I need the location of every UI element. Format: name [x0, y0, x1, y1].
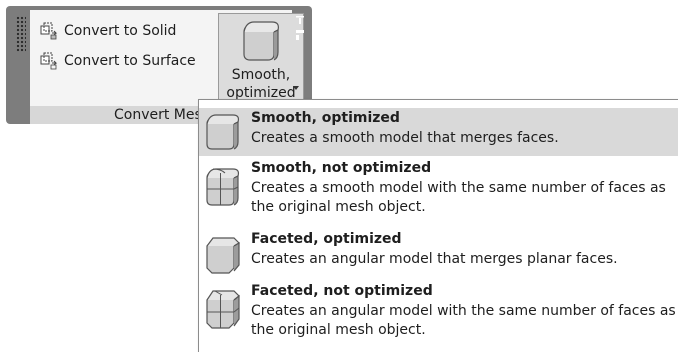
menu-item-title: Faceted, not optimized	[251, 283, 433, 299]
panel-title-bar[interactable]: Convert Mes	[30, 106, 220, 124]
convert-to-surface-button[interactable]: Convert to Surface	[40, 52, 196, 70]
menu-item-smooth-optimized[interactable]: Smooth, optimized Creates a smooth model…	[199, 108, 678, 156]
convert-to-solid-icon	[40, 22, 58, 40]
menu-item-title: Smooth, not optimized	[251, 160, 432, 176]
smooth-cube-icon	[238, 18, 284, 68]
pin-icon[interactable]	[296, 16, 304, 24]
faceted-grid-cube-icon	[203, 287, 243, 335]
panel-grip-handle[interactable]	[16, 16, 26, 52]
convert-to-surface-label: Convert to Surface	[64, 53, 196, 69]
faceted-cube-icon	[203, 235, 243, 279]
smooth-cube-icon	[203, 112, 243, 156]
menu-item-description: Creates a smooth model with the same num…	[251, 180, 666, 215]
panel-options-icon[interactable]	[296, 30, 304, 40]
smooth-grid-cube-icon	[203, 164, 243, 212]
panel-title: Convert Mes	[114, 107, 202, 123]
convert-to-surface-icon	[40, 52, 58, 70]
menu-item-title: Smooth, optimized	[251, 110, 400, 126]
smooth-options-dropdown-menu: Smooth, optimized Creates a smooth model…	[198, 99, 678, 352]
menu-item-description: Creates an angular model that merges pla…	[251, 251, 618, 267]
smooth-button-label-line1: Smooth,	[231, 67, 291, 83]
menu-item-smooth-not-optimized[interactable]: Smooth, not optimized Creates a smooth m…	[199, 160, 678, 224]
menu-item-title: Faceted, optimized	[251, 231, 402, 247]
menu-item-description: Creates a smooth model that merges faces…	[251, 130, 559, 146]
menu-item-description: Creates an angular model with the same n…	[251, 303, 676, 338]
menu-item-faceted-optimized[interactable]: Faceted, optimized Creates an angular mo…	[199, 231, 678, 275]
menu-item-faceted-not-optimized[interactable]: Faceted, not optimized Creates an angula…	[199, 283, 678, 347]
convert-to-solid-button[interactable]: Convert to Solid	[40, 22, 176, 40]
convert-to-solid-label: Convert to Solid	[64, 23, 177, 39]
panel-body: Convert to Solid Convert to Surface Smoo…	[30, 10, 304, 106]
